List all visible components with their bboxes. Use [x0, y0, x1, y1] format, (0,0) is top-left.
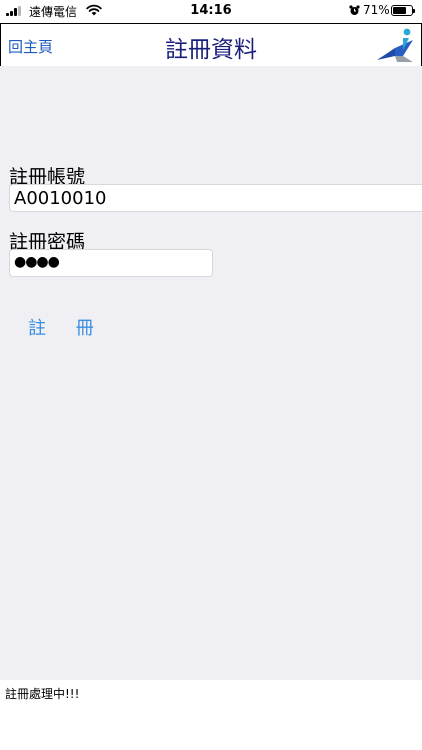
registration-form: 註冊帳號 註冊密碼 ●●●● 註 冊	[0, 66, 422, 680]
app-logo-icon	[377, 28, 413, 62]
status-bar: 遠傳電信 14:16 71%	[0, 0, 422, 22]
battery-icon	[391, 5, 415, 16]
battery-percentage: 71%	[363, 3, 390, 17]
page-title: 註冊資料	[165, 37, 257, 63]
navigation-header: 回主頁 註冊資料	[0, 23, 422, 67]
screen: 遠傳電信 14:16 71% 回主頁 註冊資料 註冊帳號 A0010010 註冊…	[0, 0, 422, 750]
alarm-icon	[349, 5, 360, 15]
register-button[interactable]: 註 冊	[28, 314, 106, 340]
account-input[interactable]	[9, 184, 422, 212]
status-footer: 註冊處理中!!!	[0, 680, 422, 750]
status-message: 註冊處理中!!!	[5, 687, 80, 701]
password-input[interactable]	[9, 249, 213, 277]
battery-level-fill	[393, 7, 406, 14]
home-button[interactable]: 回主頁	[8, 36, 53, 57]
battery-tip	[413, 9, 415, 13]
